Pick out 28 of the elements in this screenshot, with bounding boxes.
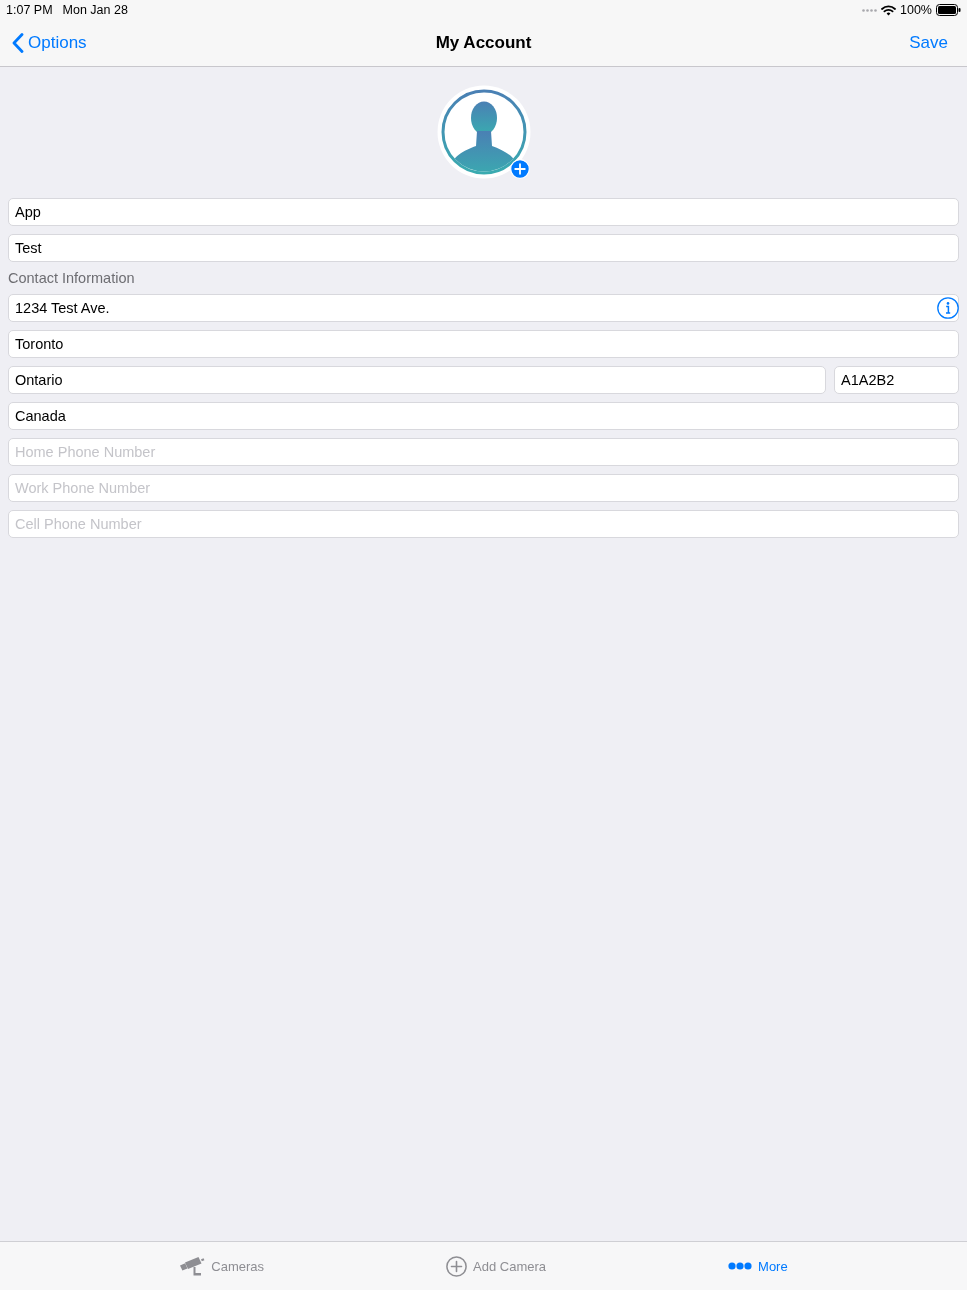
text-field[interactable]: Test [8, 234, 959, 262]
tab-button[interactable]: More [728, 1258, 788, 1274]
info-icon[interactable] [937, 297, 959, 319]
wifi-icon [881, 4, 896, 16]
battery-icon [936, 4, 961, 16]
screen-title: My Account [435, 32, 532, 54]
plus-circle-icon [446, 1255, 468, 1277]
status-time: 1:07 PM [6, 3, 53, 17]
text-field[interactable]: A1A2B2 [834, 366, 959, 394]
avatar-icon[interactable] [436, 85, 531, 179]
cctv-camera-icon [179, 1255, 206, 1277]
text-field[interactable]: Home Phone Number [8, 438, 959, 466]
text-field[interactable]: Canada [8, 402, 959, 430]
battery-percent: 100% [900, 3, 932, 17]
more-dots-icon [728, 1262, 753, 1270]
back-button[interactable]: Options [12, 32, 87, 54]
text-field[interactable]: App [8, 198, 959, 226]
signal-dots-icon [862, 8, 877, 12]
text-field[interactable]: Work Phone Number [8, 474, 959, 502]
text-field[interactable]: 1234 Test Ave. [8, 294, 959, 322]
save-button[interactable]: Save [909, 32, 948, 54]
text-field[interactable]: Toronto [8, 330, 959, 358]
text-field[interactable]: Cell Phone Number [8, 510, 959, 538]
status-date: Mon Jan 28 [62, 3, 128, 17]
add-photo-icon[interactable] [509, 159, 530, 179]
chevron-left-icon [12, 33, 24, 53]
section-header: Contact Information [8, 270, 136, 286]
text-field[interactable]: Ontario [8, 366, 826, 394]
